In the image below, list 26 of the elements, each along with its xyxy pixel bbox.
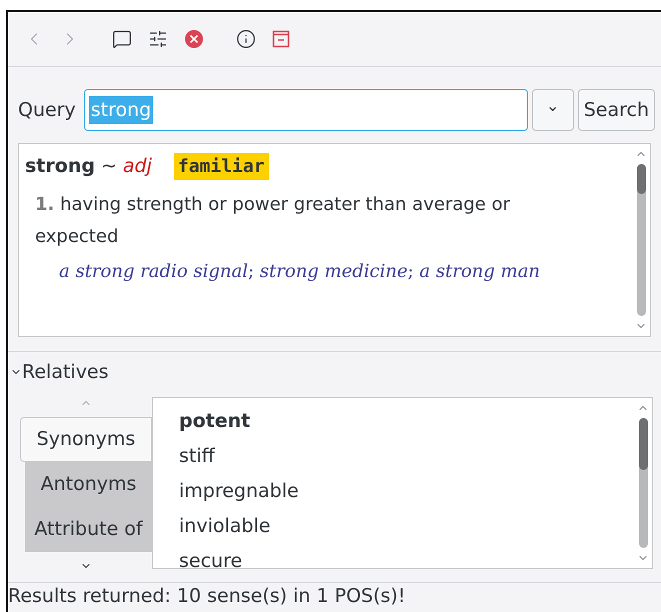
relation-tab[interactable]: Synonyms [20,416,152,462]
search-button[interactable]: Search [578,89,655,131]
frequency-tag: familiar [174,153,269,180]
related-word[interactable]: stiff [179,438,634,474]
info-icon[interactable] [236,29,256,49]
related-word[interactable]: inviolable [179,508,634,544]
part-of-speech: adj [122,154,152,179]
comment-icon[interactable] [112,29,132,49]
close-icon[interactable] [184,29,204,49]
related-word[interactable]: secure [179,544,634,568]
history-dropdown-button[interactable]: ⌄ [532,89,574,131]
tilde: ~ [100,154,117,179]
scrollbar-thumb[interactable] [638,418,648,470]
section-title: Relatives [22,360,109,385]
relation-tab[interactable]: Attribute of [25,506,152,552]
sliders-icon[interactable] [148,29,168,49]
sense-definition: 1. having strength or power greater than average or expected [34,192,512,248]
usage-example: a strong radio signal; strong medicine; a strong man [58,260,542,284]
relation-tab[interactable]: Antonyms [25,462,152,506]
scrollbar-thumb[interactable] [636,164,646,194]
query-label: Query [18,98,76,123]
headword: strong [25,154,95,179]
related-word[interactable]: potent [179,404,634,438]
related-word[interactable]: impregnable [179,474,634,508]
status-text: Results returned: 10 sense(s) in 1 POS(s)! [8,584,406,608]
window-minimize-icon[interactable] [272,30,290,48]
